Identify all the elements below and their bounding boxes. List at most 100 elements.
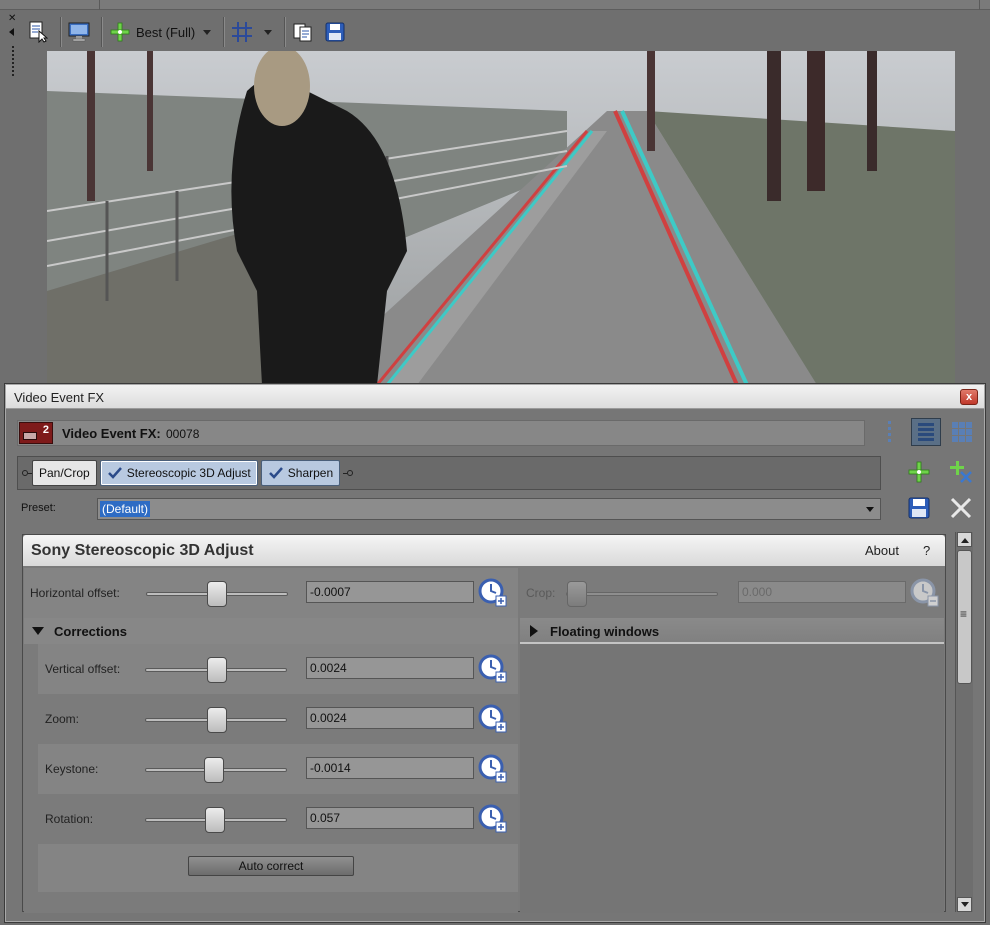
slider-thumb[interactable] bbox=[207, 657, 227, 683]
floating-windows-section-header[interactable]: Floating windows bbox=[520, 618, 944, 644]
crop-slider[interactable] bbox=[566, 581, 718, 607]
plugin-panel: Sony Stereoscopic 3D Adjust About ? Hori… bbox=[22, 534, 946, 913]
horizontal-offset-label: Horizontal offset: bbox=[30, 586, 120, 600]
plugin-right-column: Crop: 0.000 Floating windows bbox=[520, 568, 944, 913]
rotation-row: Rotation: 0.057 bbox=[38, 794, 518, 844]
crop-input[interactable]: 0.000 bbox=[738, 581, 906, 603]
plugin-stereoscopic-3d-adjust[interactable]: Stereoscopic 3D Adjust bbox=[99, 460, 258, 486]
dialog-title-bar[interactable]: Video Event FX x bbox=[6, 385, 984, 409]
overlays-button[interactable] bbox=[228, 18, 256, 46]
external-monitor-button[interactable] bbox=[65, 18, 93, 46]
remove-plugin-button[interactable] bbox=[947, 458, 975, 486]
auto-correct-row: Auto correct bbox=[38, 844, 518, 892]
grid-icon bbox=[232, 22, 253, 42]
keyframe-clock-icon[interactable] bbox=[478, 804, 508, 834]
vertical-offset-input[interactable]: 0.0024 bbox=[306, 657, 474, 679]
chevron-down-icon[interactable] bbox=[203, 29, 212, 35]
toolbar-separator bbox=[60, 17, 61, 47]
plugin-label: Pan/Crop bbox=[39, 466, 90, 480]
copy-icon bbox=[293, 23, 312, 42]
list-view-icon bbox=[918, 423, 934, 441]
auto-correct-button[interactable]: Auto correct bbox=[188, 856, 354, 876]
plugin-scrollbar[interactable] bbox=[955, 532, 973, 912]
slider-thumb[interactable] bbox=[207, 581, 227, 607]
save-snapshot-button[interactable] bbox=[321, 18, 349, 46]
horizontal-offset-slider[interactable] bbox=[146, 581, 288, 607]
keystone-label: Keystone: bbox=[45, 762, 99, 776]
view-mode-button[interactable] bbox=[947, 418, 977, 446]
grid-view-icon bbox=[952, 422, 972, 442]
chevron-down-icon[interactable] bbox=[866, 507, 874, 512]
rotation-input[interactable]: 0.057 bbox=[306, 807, 474, 829]
view-mode-button-active[interactable] bbox=[911, 418, 941, 446]
vertical-offset-slider[interactable] bbox=[145, 657, 287, 683]
keyframe-clock-icon[interactable] bbox=[478, 754, 508, 784]
video-preview-window: ✕ Best (Full) bbox=[0, 10, 990, 385]
keystone-input[interactable]: -0.0014 bbox=[306, 757, 474, 779]
expand-triangle-icon[interactable] bbox=[530, 625, 538, 637]
remove-plugin-icon bbox=[950, 461, 972, 483]
scroll-up-button[interactable] bbox=[957, 532, 972, 547]
view-mode-button[interactable] bbox=[875, 418, 905, 446]
close-icon[interactable]: ✕ bbox=[8, 14, 16, 24]
copy-snapshot-button[interactable] bbox=[289, 18, 317, 46]
fx-event-header: 2 Video Event FX: 00078 bbox=[17, 420, 865, 446]
keyframe-clock-icon[interactable] bbox=[478, 578, 508, 608]
scrollbar-thumb[interactable] bbox=[957, 550, 972, 684]
video-event-fx-dialog: Video Event FX x 2 Video Event FX: 00078 bbox=[4, 383, 986, 923]
checkmark-icon[interactable] bbox=[268, 465, 284, 481]
toolbar-separator bbox=[284, 17, 286, 47]
checkmark-icon[interactable] bbox=[107, 465, 123, 481]
vertical-dots-icon bbox=[888, 421, 891, 442]
save-preset-button[interactable] bbox=[905, 494, 933, 522]
slider-thumb[interactable] bbox=[567, 581, 587, 607]
expand-triangle-icon[interactable] bbox=[32, 627, 44, 635]
plugin-name: Sony Stereoscopic 3D Adjust bbox=[31, 542, 254, 559]
collapse-arrow-icon[interactable] bbox=[9, 28, 14, 36]
chevron-down-icon[interactable] bbox=[264, 29, 273, 35]
corrections-section-header[interactable]: Corrections bbox=[24, 618, 518, 644]
dock-handle[interactable]: ✕ bbox=[6, 14, 20, 84]
preview-properties-button[interactable] bbox=[24, 18, 52, 46]
about-button[interactable]: About bbox=[865, 543, 899, 558]
keyframe-clock-icon[interactable] bbox=[478, 654, 508, 684]
plugin-pan-crop[interactable]: Pan/Crop bbox=[32, 460, 97, 486]
add-plugin-button[interactable] bbox=[905, 458, 933, 486]
zoom-input[interactable]: 0.0024 bbox=[306, 707, 474, 729]
vertical-offset-row: Vertical offset: 0.0024 bbox=[38, 644, 518, 694]
zoom-slider[interactable] bbox=[145, 707, 287, 733]
top-tab-strip bbox=[0, 0, 990, 10]
header-label: Video Event FX: bbox=[62, 426, 161, 441]
zoom-label: Zoom: bbox=[45, 712, 80, 726]
scroll-down-button[interactable] bbox=[957, 897, 972, 912]
preset-value[interactable]: (Default) bbox=[100, 501, 151, 517]
keystone-slider[interactable] bbox=[145, 757, 287, 783]
slider-thumb[interactable] bbox=[204, 757, 224, 783]
plugin-header: Sony Stereoscopic 3D Adjust About ? bbox=[23, 535, 945, 567]
crop-row: Crop: 0.000 bbox=[520, 568, 944, 618]
delete-preset-button[interactable] bbox=[947, 494, 975, 522]
tab-divider bbox=[100, 0, 980, 10]
close-button[interactable]: x bbox=[960, 389, 978, 405]
next-row-partial bbox=[38, 892, 518, 913]
slider-thumb[interactable] bbox=[205, 807, 225, 833]
stereoscopic-video-frame bbox=[47, 51, 955, 385]
preset-dropdown[interactable]: (Default) bbox=[97, 498, 881, 520]
keyframe-clock-icon[interactable] bbox=[478, 704, 508, 734]
vertical-offset-label: Vertical offset: bbox=[45, 662, 121, 676]
monitor-icon bbox=[68, 22, 90, 42]
header-value: 00078 bbox=[166, 427, 200, 441]
plus-crosshair-icon bbox=[110, 22, 130, 42]
grip-icon[interactable] bbox=[12, 46, 14, 78]
keyframe-clock-icon[interactable] bbox=[910, 578, 940, 608]
rotation-slider[interactable] bbox=[145, 807, 287, 833]
toolbar-separator bbox=[223, 17, 225, 47]
horizontal-offset-input[interactable]: -0.0007 bbox=[306, 581, 474, 603]
help-button[interactable]: ? bbox=[923, 543, 930, 558]
plugin-sharpen[interactable]: Sharpen bbox=[260, 460, 341, 486]
event-number: 2 bbox=[42, 424, 49, 436]
quality-button[interactable] bbox=[106, 18, 134, 46]
quality-label[interactable]: Best (Full) bbox=[136, 25, 195, 40]
slider-thumb[interactable] bbox=[207, 707, 227, 733]
floppy-disk-icon bbox=[325, 22, 345, 42]
